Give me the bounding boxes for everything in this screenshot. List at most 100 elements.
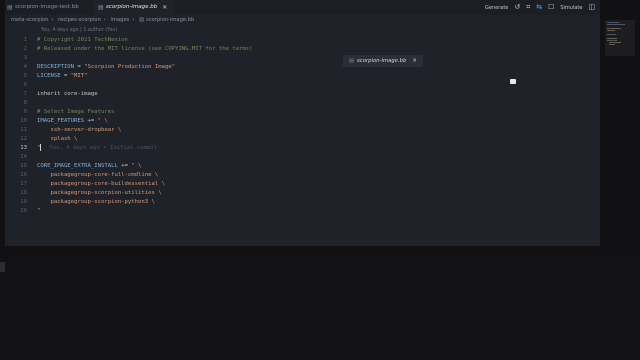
- line-number: 4: [23, 64, 27, 70]
- editor-toolbar: Generate ↺ ⌗ ⇆ ☐ Simulate ◫ ⋯: [485, 0, 600, 15]
- line-number: 17: [20, 181, 27, 187]
- code-token: packagegroup-core-buildessential \: [37, 181, 165, 187]
- code-line[interactable]: 2 # Released under the MIT license (see C…: [5, 45, 600, 54]
- code-text: inherit core-image: [37, 90, 98, 99]
- code-line[interactable]: 7 inherit core-image: [5, 90, 600, 99]
- code-text: # Select Image Features: [37, 108, 114, 117]
- code-token: " \: [97, 118, 108, 124]
- minimap-line: [607, 28, 621, 29]
- code-text: packagegroup-scorpion-utilities \: [37, 189, 162, 198]
- chevron-right-icon: ›: [132, 17, 135, 23]
- checkbox-icon[interactable]: ☐: [548, 4, 554, 11]
- code-line[interactable]: 10 IMAGE_FEATURES += " \: [5, 117, 600, 126]
- line-number: 15: [20, 163, 27, 169]
- split-editor-icon[interactable]: ◫: [588, 4, 595, 11]
- floating-tab-label: scorpion-image.bb: [357, 58, 407, 64]
- generate-button[interactable]: Generate: [485, 5, 508, 11]
- line-number: 16: [20, 172, 27, 178]
- code-line[interactable]: 20 ": [5, 207, 600, 216]
- code-line[interactable]: 13 " You, 4 days ago • Initial commit: [5, 144, 600, 153]
- tab-scorpion-image[interactable]: ▤ scorpion-image.bb ✕: [93, 0, 176, 15]
- code-token: packagegroup-scorpion-utilities \: [37, 190, 162, 196]
- close-icon[interactable]: ✕: [412, 58, 416, 64]
- code-text: CORE_IMAGE_EXTRA_INSTALL += " \: [37, 162, 141, 171]
- code-line[interactable]: 1 # Copyright 2021 TechNexion: [5, 36, 600, 45]
- file-icon: ▤: [7, 3, 13, 11]
- line-number: 7: [23, 91, 27, 97]
- code-line[interactable]: 19 packagegroup-scorpion-python3 \: [5, 198, 600, 207]
- breadcrumb-item[interactable]: meta-scorpion: [11, 17, 48, 23]
- code-token: packagegroup-scorpion-python3 \: [37, 199, 155, 205]
- blame-header[interactable]: You, 4 days ago | 1 author (You): [41, 28, 117, 33]
- code-line[interactable]: 17 packagegroup-core-buildessential \: [5, 180, 600, 189]
- editor-window: ▤ scorpion-image-test.bb ▤ scorpion-imag…: [5, 0, 600, 246]
- code-line[interactable]: 4 DESCRIPTION = "Scorpion Production Imag…: [5, 63, 600, 72]
- code-line[interactable]: 11 ssh-server-dropbear \: [5, 126, 600, 135]
- tab-scorpion-image-test[interactable]: ▤ scorpion-image-test.bb: [7, 0, 87, 15]
- mouse-cursor: [510, 79, 516, 84]
- code-line[interactable]: 9 # Select Image Features: [5, 108, 600, 117]
- code-line[interactable]: 8: [5, 99, 600, 108]
- floating-tab[interactable]: ▤ scorpion-image.bb ✕: [343, 55, 423, 67]
- code-text: LICENSE = "MIT": [37, 72, 88, 81]
- line-number: 10: [20, 118, 27, 124]
- code-text: # Released under the MIT license (see CO…: [37, 45, 253, 54]
- code-token: packagegroup-core-full-cmdline \: [37, 172, 159, 178]
- code-line[interactable]: 16 packagegroup-core-full-cmdline \: [5, 171, 600, 180]
- line-number: 3: [23, 55, 27, 61]
- code-token: ssh-server-dropbear \: [37, 127, 122, 133]
- code-line[interactable]: 18 packagegroup-scorpion-utilities \: [5, 189, 600, 198]
- code-token: LICENSE: [37, 73, 61, 79]
- code-token: DESCRIPTION: [37, 64, 75, 70]
- bottom-panel: [0, 257, 640, 360]
- line-number: 9: [23, 109, 27, 115]
- line-number: 1: [23, 37, 27, 43]
- code-token: inherit core-image: [37, 91, 98, 97]
- line-number: 12: [20, 136, 27, 142]
- code-line[interactable]: 14: [5, 153, 600, 162]
- simulate-button[interactable]: Simulate: [560, 5, 582, 11]
- minimap-line: [607, 22, 619, 23]
- code-token: =: [60, 73, 71, 79]
- close-icon[interactable]: ✕: [162, 0, 167, 15]
- history-icon[interactable]: ↺: [514, 4, 520, 11]
- code-text: splash \: [37, 135, 77, 144]
- code-area[interactable]: 1 # Copyright 2021 TechNexion 2 # Released …: [5, 36, 600, 216]
- breadcrumb-item[interactable]: recipes-scorpion: [58, 17, 101, 23]
- code-token: # Copyright 2021 TechNexion: [37, 37, 128, 43]
- code-text: IMAGE_FEATURES += " \: [37, 117, 108, 126]
- code-token: "MIT": [70, 73, 88, 79]
- code-token: +=: [84, 118, 98, 124]
- file-icon: ▤: [349, 58, 355, 64]
- code-line[interactable]: 3: [5, 54, 600, 63]
- code-line[interactable]: 12 splash \: [5, 135, 600, 144]
- code-line[interactable]: 15 CORE_IMAGE_EXTRA_INSTALL += " \: [5, 162, 600, 171]
- minimap-line: [607, 38, 617, 39]
- breadcrumb-item[interactable]: images: [110, 17, 129, 23]
- minimap-line: [607, 24, 625, 25]
- line-number: 8: [23, 100, 27, 106]
- code-token: # Released under the MIT license (see CO…: [37, 46, 253, 52]
- line-number: 2: [23, 46, 27, 52]
- code-text: " You, 4 days ago • Initial commit: [37, 144, 157, 153]
- compare-icon[interactable]: ⇆: [536, 4, 542, 11]
- minimap-line: [607, 30, 615, 31]
- file-icon: ▤: [139, 17, 144, 23]
- code-text: packagegroup-core-full-cmdline \: [37, 171, 158, 180]
- minimap-line: [607, 34, 616, 35]
- code-text: DESCRIPTION = "Scorpion Production Image…: [37, 63, 175, 72]
- code-token: =: [74, 64, 85, 70]
- chevron-right-icon: ›: [103, 17, 106, 23]
- code-token: IMAGE_FEATURES: [37, 118, 85, 124]
- inline-blame[interactable]: You, 4 days ago • Initial commit: [49, 145, 157, 151]
- file-icon: ▤: [98, 3, 104, 11]
- code-token: splash \: [37, 136, 78, 142]
- code-text: ssh-server-dropbear \: [37, 126, 121, 135]
- code-token: ": [37, 208, 41, 214]
- minimap-line: [607, 40, 617, 41]
- line-number: 5: [23, 73, 27, 79]
- graph-icon[interactable]: ⌗: [526, 4, 530, 11]
- breadcrumb-item[interactable]: scorpion-image.bb: [146, 17, 194, 23]
- tab-label: scorpion-image.bb: [106, 4, 158, 10]
- minimap[interactable]: [605, 20, 635, 56]
